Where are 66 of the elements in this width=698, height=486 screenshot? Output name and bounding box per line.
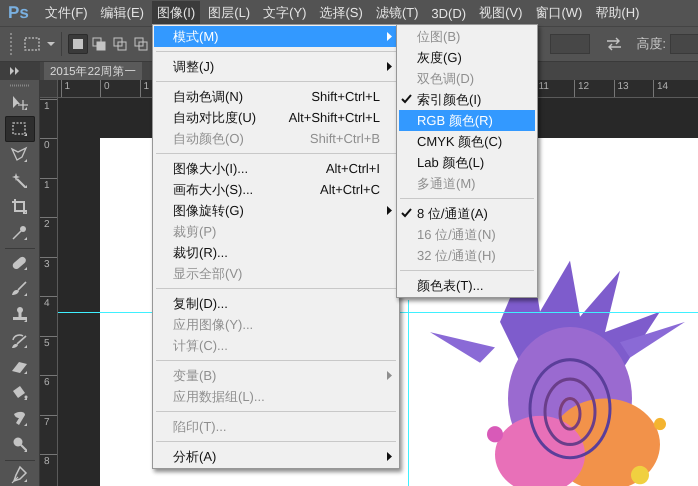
- lasso-tool-icon: [10, 145, 30, 165]
- menu-item[interactable]: 选择(S): [314, 1, 368, 25]
- menu-entry[interactable]: 分析(A): [154, 446, 398, 467]
- height-field[interactable]: [670, 34, 698, 54]
- document-tab[interactable]: 2015年22周第一: [44, 62, 142, 80]
- ruler-number: 0: [104, 81, 110, 92]
- selection-mode-icon: [134, 37, 148, 51]
- app-logo: Ps: [8, 3, 30, 23]
- ruler-number: 6: [44, 377, 50, 388]
- menu-item[interactable]: 图像(I): [152, 1, 200, 25]
- ruler-number: 1: [64, 81, 70, 92]
- ruler-number: 11: [538, 81, 549, 92]
- menu-entry[interactable]: 裁切(R)...: [154, 242, 398, 263]
- menu-entry[interactable]: 索引颜色(I): [399, 89, 535, 110]
- menu-entry[interactable]: 自动对比度(U) Alt+Shift+Ctrl+L: [154, 107, 398, 128]
- menu-item[interactable]: 3D(D): [426, 2, 472, 24]
- menu-entry[interactable]: 画布大小(S)... Alt+Ctrl+C: [154, 179, 398, 200]
- pen-tool-icon: [10, 465, 30, 485]
- panel-grip[interactable]: [10, 33, 15, 55]
- menu-item[interactable]: 编辑(E): [96, 1, 149, 25]
- selection-mode-icon: [113, 37, 127, 51]
- ruler-number: 2: [44, 219, 50, 230]
- menu-entry[interactable]: 图像旋转(G): [154, 200, 398, 221]
- menu-entry[interactable]: 复制(D)...: [154, 293, 398, 314]
- menu-item[interactable]: 文件(F): [40, 1, 93, 25]
- menu-entry[interactable]: Lab 颜色(L): [399, 152, 535, 173]
- menu-entry[interactable]: 8 位/通道(A): [399, 203, 535, 224]
- caret-icon: [47, 41, 55, 47]
- menu-entry[interactable]: CMYK 颜色(C): [399, 131, 535, 152]
- brush-icon: [10, 279, 30, 299]
- crop-tool-icon: [10, 197, 30, 217]
- menu-item[interactable]: 滤镜(T): [370, 1, 424, 25]
- ruler-number: 5: [44, 338, 50, 348]
- menu-entry[interactable]: 调整(J): [154, 56, 398, 77]
- ruler-number: 0: [44, 140, 50, 151]
- menu-entry[interactable]: 颜色表(T)...: [399, 275, 535, 296]
- menu-item[interactable]: 图层(L): [203, 1, 256, 25]
- panel-grip-icon: [10, 84, 30, 86]
- width-field[interactable]: [550, 34, 590, 54]
- collapse-icon: [10, 67, 20, 75]
- ruler-number: 7: [44, 416, 50, 428]
- ruler-number: 12: [578, 81, 590, 92]
- menu-item[interactable]: 文字(Y): [258, 1, 312, 25]
- tool-button[interactable]: [4, 116, 34, 142]
- menu-entry[interactable]: 自动色调(N) Shift+Ctrl+L: [154, 86, 398, 107]
- ruler-number: 4: [44, 298, 50, 309]
- history-brush-icon: [10, 331, 30, 351]
- ruler-number: 1: [44, 180, 50, 190]
- ruler-number: 3: [44, 258, 50, 270]
- ruler-number: 14: [657, 81, 668, 92]
- menu-entry[interactable]: 灰度(G): [399, 47, 535, 68]
- menu-item[interactable]: 窗口(W): [530, 1, 588, 25]
- menu-entry[interactable]: 图像大小(I)... Alt+Ctrl+I: [154, 158, 398, 179]
- height-label: 高度:: [636, 35, 666, 53]
- ruler-number: 8: [44, 456, 50, 467]
- ruler-number: 1: [144, 81, 150, 92]
- swap-arrows-icon: [606, 37, 622, 51]
- eyedropper-icon: [10, 223, 30, 243]
- selection-mode-icon: [92, 37, 106, 51]
- selection-mode-button[interactable]: [68, 34, 88, 54]
- menu-item[interactable]: 帮助(H): [590, 1, 644, 25]
- selection-mode-icon: [71, 37, 85, 51]
- ruler-number: 13: [618, 81, 629, 92]
- marquee-tool-icon: [23, 35, 41, 53]
- ruler-number: 1: [44, 100, 50, 112]
- menu-item[interactable]: 视图(V): [474, 1, 528, 25]
